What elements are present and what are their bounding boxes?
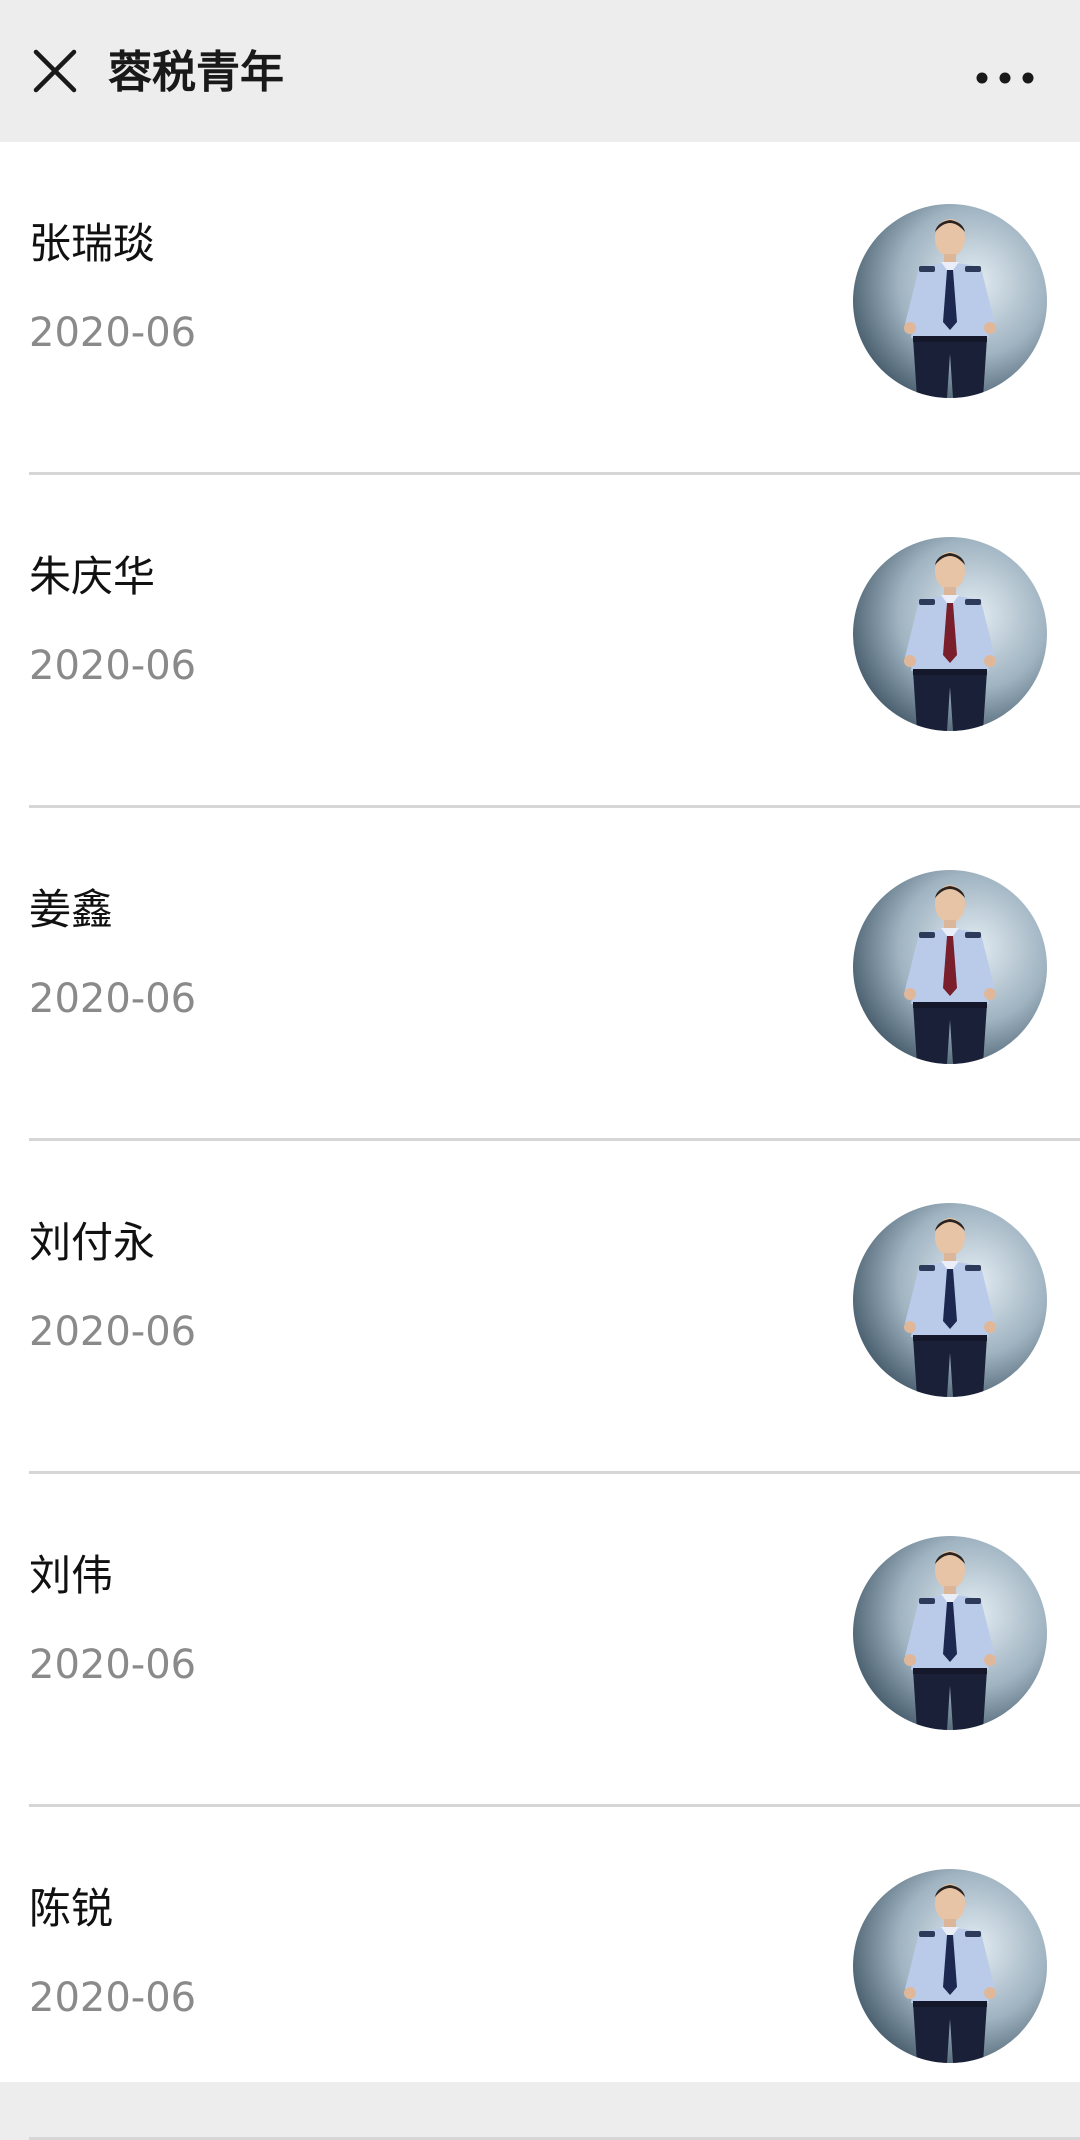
portrait-image <box>853 204 1047 398</box>
top-bar: 蓉税青年 <box>0 0 1080 142</box>
portrait-thumbnail <box>853 204 1047 398</box>
close-button[interactable] <box>22 38 88 104</box>
item-date: 2020-06 <box>29 310 197 356</box>
portrait-thumbnail <box>853 1203 1047 1397</box>
list-item[interactable]: 刘伟 2020-06 <box>0 1474 1080 1807</box>
more-dots-icon <box>976 72 1034 84</box>
portrait-thumbnail <box>853 537 1047 731</box>
list-item[interactable]: 张瑞琰 2020-06 <box>0 142 1080 475</box>
item-date: 2020-06 <box>29 976 197 1022</box>
close-icon <box>33 49 77 93</box>
item-date: 2020-06 <box>29 1309 197 1355</box>
portrait-image <box>853 537 1047 731</box>
portrait-thumbnail <box>853 1536 1047 1730</box>
list-item[interactable]: 朱庆华 2020-06 <box>0 475 1080 808</box>
more-button[interactable] <box>968 50 1042 106</box>
item-date: 2020-06 <box>29 643 197 689</box>
portrait-thumbnail <box>853 870 1047 1064</box>
item-title: 刘付永 <box>29 1218 156 1267</box>
portrait-image <box>853 870 1047 1064</box>
list-item[interactable]: 姜鑫 2020-06 <box>0 808 1080 1141</box>
page-title: 蓉税青年 <box>108 47 284 98</box>
article-list: 张瑞琰 2020-06 朱庆华 2020-06 姜鑫 2020-06 刘付永 2… <box>0 142 1080 2140</box>
item-title: 张瑞琰 <box>29 219 156 268</box>
list-item[interactable]: 陈锐 2020-06 <box>0 1807 1080 2140</box>
portrait-thumbnail <box>853 1869 1047 2063</box>
list-item[interactable]: 刘付永 2020-06 <box>0 1141 1080 1474</box>
item-title: 陈锐 <box>29 1884 114 1933</box>
portrait-image <box>853 1536 1047 1730</box>
item-title: 姜鑫 <box>29 885 114 934</box>
portrait-image <box>853 1869 1047 2063</box>
item-title: 朱庆华 <box>29 552 156 601</box>
portrait-image <box>853 1203 1047 1397</box>
item-date: 2020-06 <box>29 1642 197 1688</box>
item-date: 2020-06 <box>29 1975 197 2021</box>
item-title: 刘伟 <box>29 1551 114 1600</box>
